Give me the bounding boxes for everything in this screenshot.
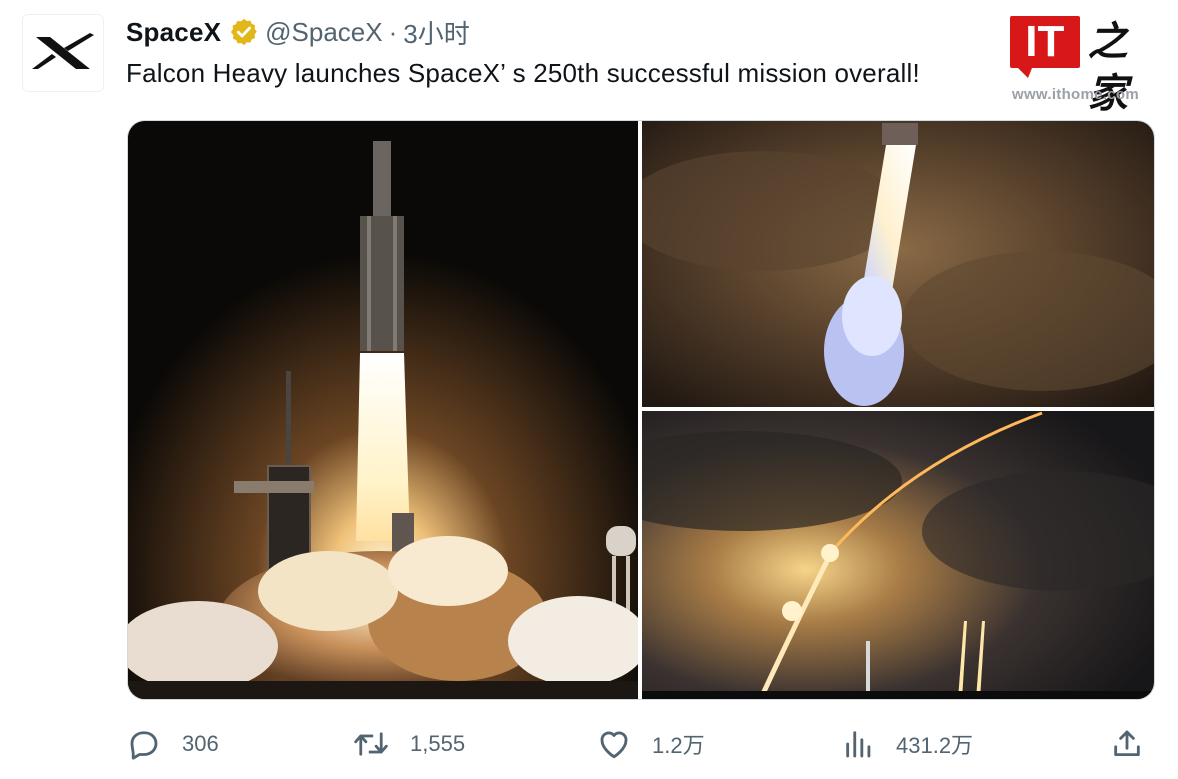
photo-liftoff[interactable] <box>128 121 638 699</box>
handle[interactable]: @SpaceX <box>265 17 382 48</box>
watermark: IT 之家 www.ithome.com <box>1010 16 1165 117</box>
views-chart-icon <box>846 731 871 758</box>
reply-count: 306 <box>182 731 219 756</box>
reply-button[interactable]: 306 <box>126 722 219 766</box>
like-count: 1.2万 <box>652 733 705 758</box>
ithome-url: www.ithome.com <box>1012 86 1139 103</box>
share-button[interactable] <box>1110 722 1144 766</box>
retweet-icon <box>354 732 388 756</box>
ithome-logo-it: IT <box>1010 16 1080 78</box>
photo-ascent[interactable] <box>642 121 1154 407</box>
avatar[interactable] <box>22 14 104 92</box>
media-grid <box>127 120 1155 700</box>
heart-icon <box>600 731 628 759</box>
retweet-count: 1,555 <box>410 731 466 756</box>
timestamp[interactable]: 3小时 <box>403 14 469 51</box>
tweet-text: Falcon Heavy launches SpaceX’ s 250th su… <box>126 58 920 88</box>
verified-badge-icon <box>229 17 259 47</box>
views-count: 431.2万 <box>896 733 974 758</box>
like-button[interactable]: 1.2万 <box>596 722 705 766</box>
separator: · <box>388 16 398 47</box>
tweet-header: SpaceX @SpaceX · 3小时 <box>126 14 998 50</box>
ithome-logo: IT 之家 <box>1010 16 1165 120</box>
action-bar: 306 1,555 1.2万 431.2万 <box>126 722 1156 766</box>
share-icon <box>1114 730 1140 757</box>
display-name[interactable]: SpaceX <box>126 17 221 48</box>
spacex-x-logo-icon <box>32 33 94 69</box>
photo-launch-trail[interactable] <box>642 411 1154 699</box>
views-button[interactable]: 431.2万 <box>842 722 973 766</box>
retweet-button[interactable]: 1,555 <box>352 722 465 766</box>
ithome-logo-suffix: 之家 <box>1087 18 1128 117</box>
reply-icon <box>130 731 158 760</box>
